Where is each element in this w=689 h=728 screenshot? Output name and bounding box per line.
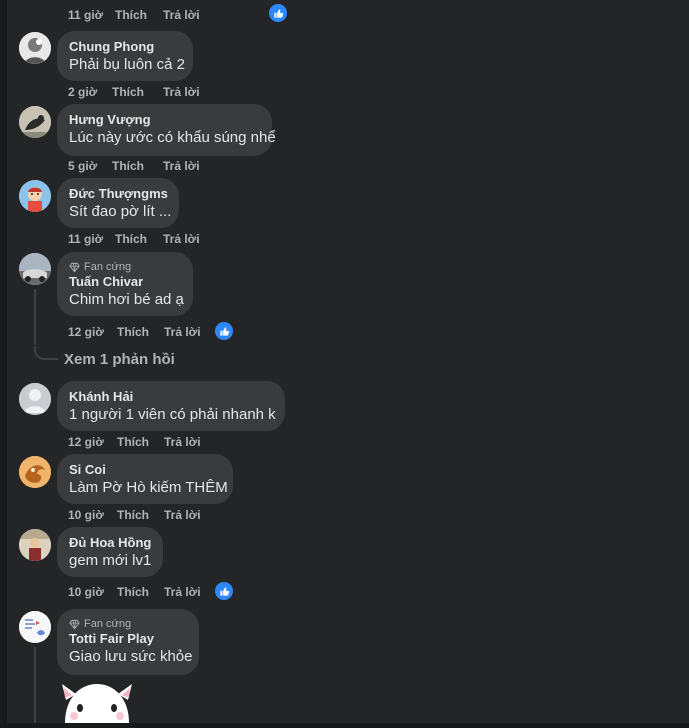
- like-reaction-icon[interactable]: [269, 4, 287, 22]
- reply-button[interactable]: Trả lời: [164, 434, 201, 450]
- reply-button[interactable]: Trả lời: [163, 231, 200, 247]
- commenter-name[interactable]: Chung Phong: [69, 39, 181, 55]
- thread-connector: [34, 346, 58, 360]
- commenter-name[interactable]: Totti Fair Play: [69, 631, 187, 647]
- fan-badge-label: Fan cứng: [84, 618, 132, 630]
- like-reaction-icon[interactable]: [215, 322, 233, 340]
- comment-time[interactable]: 10 giờ: [68, 584, 104, 600]
- avatar[interactable]: [19, 529, 51, 561]
- comment-time[interactable]: 11 giờ: [68, 231, 103, 247]
- commenter-name[interactable]: Đủ Hoa Hồng: [69, 535, 151, 551]
- fan-badge: Fan cứng: [69, 260, 181, 274]
- avatar[interactable]: [19, 456, 51, 488]
- comment-time[interactable]: 2 giờ: [68, 84, 97, 100]
- view-replies-link[interactable]: Xem 1 phản hồi: [64, 351, 175, 368]
- diamond-icon: [69, 619, 80, 629]
- commenter-name[interactable]: Khánh Hải: [69, 389, 273, 405]
- comment-text: Giao lưu sức khỏe: [69, 648, 193, 665]
- comment-time[interactable]: 12 giờ: [68, 324, 104, 340]
- avatar[interactable]: [19, 383, 51, 415]
- commenter-name[interactable]: Tuấn Chivar: [69, 274, 181, 290]
- avatar[interactable]: [19, 180, 51, 212]
- like-button[interactable]: Thích: [115, 231, 147, 247]
- like-reaction-icon[interactable]: [215, 582, 233, 600]
- avatar[interactable]: [19, 611, 51, 643]
- comment-time[interactable]: 5 giờ: [68, 158, 97, 174]
- reply-button[interactable]: Trả lời: [164, 507, 201, 523]
- page-edge: [0, 0, 7, 723]
- thread-line: [34, 647, 36, 723]
- avatar[interactable]: [19, 32, 51, 64]
- comment-bubble: Si Coi Làm Pờ Hò kiếm THÊM: [57, 454, 233, 504]
- reply-button[interactable]: Trả lời: [164, 584, 201, 600]
- comment-time[interactable]: 10 giờ: [68, 507, 104, 523]
- comment-text: Chim hơi bé ad ạ: [69, 291, 184, 308]
- like-button[interactable]: Thích: [115, 7, 147, 23]
- fan-badge: Fan cứng: [69, 617, 187, 631]
- avatar[interactable]: [19, 253, 51, 285]
- thread-line: [34, 289, 36, 345]
- diamond-icon: [69, 262, 80, 272]
- comment-bubble: Hưng Vượng Lúc này ước có khẩu súng nhể: [57, 104, 276, 156]
- comment-text: Lúc này ước có khẩu súng nhể: [69, 129, 276, 146]
- comment-text: gem mới lv1: [69, 552, 152, 569]
- comment-bubble: Fan cứng Totti Fair Play Giao lưu sức kh…: [57, 609, 199, 675]
- comment-text: Sít đao pờ lít ...: [69, 203, 172, 220]
- commenter-name[interactable]: Si Coi: [69, 462, 221, 478]
- comment-text: Phải bụ luôn cả 2: [69, 56, 185, 73]
- commenter-name[interactable]: Đức Thượngms: [69, 186, 168, 202]
- reply-button[interactable]: Trả lời: [163, 84, 200, 100]
- comment-text: 1 người 1 viên có phải nhanh k: [69, 406, 276, 423]
- comment-time[interactable]: 12 giờ: [68, 434, 104, 450]
- comment-time[interactable]: 11 giờ: [68, 7, 103, 23]
- reply-button[interactable]: Trả lời: [163, 158, 200, 174]
- comment-bubble: Khánh Hải 1 người 1 viên có phải nhanh k: [57, 381, 285, 431]
- comment-bubble: Đức Thượngms Sít đao pờ lít ...: [57, 178, 179, 228]
- like-button[interactable]: Thích: [112, 158, 144, 174]
- comment-bubble: Đủ Hoa Hồng gem mới lv1: [57, 527, 163, 577]
- avatar[interactable]: [19, 106, 51, 138]
- commenter-name[interactable]: Hưng Vượng: [69, 112, 260, 128]
- like-button[interactable]: Thích: [112, 84, 144, 100]
- cat-sticker[interactable]: [60, 678, 134, 728]
- like-button[interactable]: Thích: [117, 434, 149, 450]
- reply-button[interactable]: Trả lời: [164, 324, 201, 340]
- like-button[interactable]: Thích: [117, 584, 149, 600]
- reply-button[interactable]: Trả lời: [163, 7, 200, 23]
- comment-text: Làm Pờ Hò kiếm THÊM: [69, 479, 228, 496]
- comment-bubble: Fan cứng Tuấn Chivar Chim hơi bé ad ạ: [57, 252, 193, 316]
- like-button[interactable]: Thích: [117, 507, 149, 523]
- comment-bubble: Chung Phong Phải bụ luôn cả 2: [57, 31, 193, 81]
- fan-badge-label: Fan cứng: [84, 261, 132, 273]
- like-button[interactable]: Thích: [117, 324, 149, 340]
- comments-panel: 11 giờ Thích Trả lời Chung Phong Phải bụ…: [7, 0, 689, 723]
